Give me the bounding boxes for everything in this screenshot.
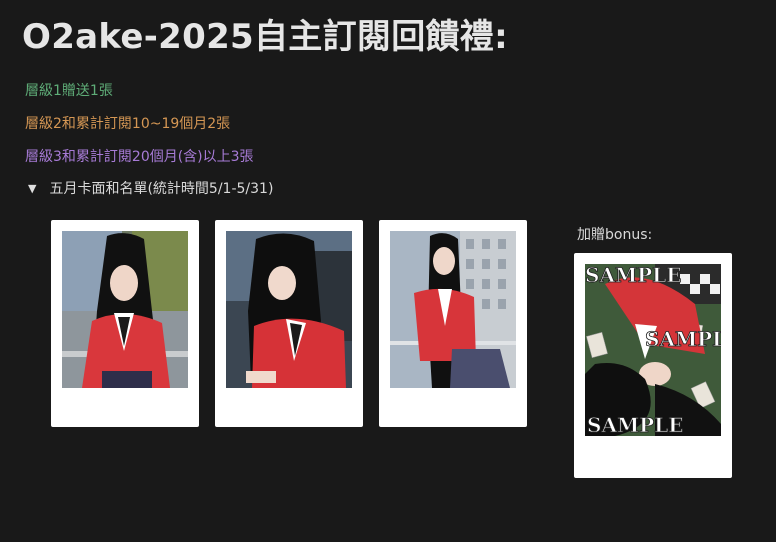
triangle-down-icon[interactable]: ▼ — [28, 182, 36, 195]
card-image-1[interactable] — [51, 220, 199, 427]
page-title: O2ake-2025自主訂閱回饋禮: — [22, 17, 508, 57]
watermark-sample-2: SAMPLE — [645, 327, 721, 351]
bonus-photo: SAMPLE SAMPLE SAMPLE — [585, 264, 721, 436]
toggle-label: 五月卡面和名單(統計時間5/1-5/31) — [49, 181, 274, 197]
bonus-label: 加贈bonus: — [577, 227, 653, 243]
watermark-sample-3: SAMPLE — [587, 413, 683, 436]
card-reflection-3 — [379, 429, 527, 514]
cosplay-photo-1 — [62, 231, 188, 388]
cosplay-photo-2 — [226, 231, 352, 388]
may-cards-toggle[interactable]: ▼ 五月卡面和名單(統計時間5/1-5/31) — [28, 178, 273, 198]
bonus-card-image[interactable]: SAMPLE SAMPLE SAMPLE — [574, 253, 732, 478]
tier-3-text: 層級3和累計訂閱20個月(含)以上3張 — [25, 149, 254, 165]
cosplay-photo-3 — [390, 231, 516, 388]
card-image-2[interactable] — [215, 220, 363, 427]
card-reflection-2 — [215, 429, 363, 514]
tier-2-text: 層級2和累計訂閱10~19個月2張 — [25, 116, 231, 132]
card-reflection-1 — [51, 429, 199, 514]
watermark-sample-1: SAMPLE — [585, 264, 681, 287]
card-image-3[interactable] — [379, 220, 527, 427]
tier-1-text: 層級1贈送1張 — [25, 83, 113, 99]
